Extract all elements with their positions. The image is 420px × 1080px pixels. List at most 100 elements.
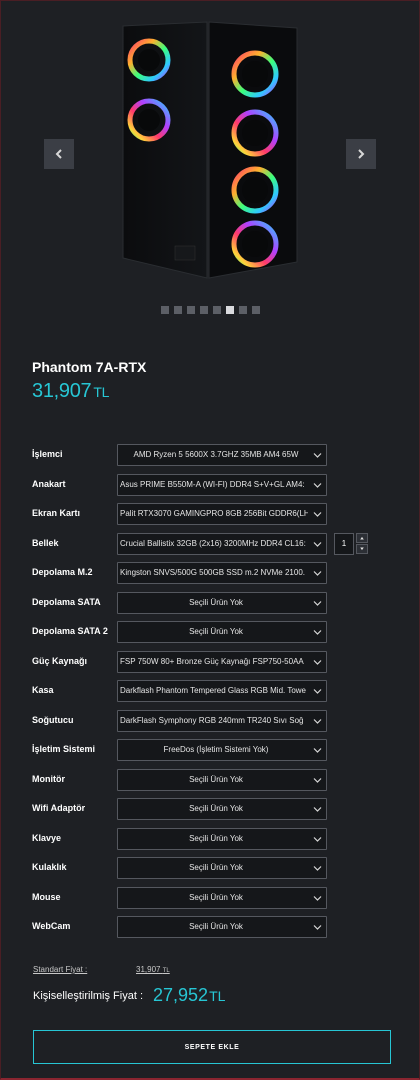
config-row: İşletim Sistemi FreeDos (İşletim Sistemi … xyxy=(0,739,420,761)
config-select[interactable]: Seçili Ürün Yok xyxy=(117,916,327,938)
chevron-down-icon xyxy=(313,541,322,547)
config-label: Wifi Adaptör xyxy=(32,803,86,813)
config-select[interactable]: Seçili Ürün Yok xyxy=(117,827,327,850)
config-select[interactable]: FSP 750W 80+ Bronze Güç Kaynağı FSP750-5… xyxy=(117,650,327,673)
config-select[interactable]: Asus PRIME B550M-A (WI-FI) DDR4 S+V+GL A… xyxy=(117,473,327,496)
config-row: Bellek Crucial Ballistix 32GB (2x16) 3200… xyxy=(0,532,420,555)
config-select-value: AMD Ryzen 5 5600X 3.7GHZ 35MB AM4 65W xyxy=(133,450,299,459)
config-select[interactable]: Seçili Ürün Yok xyxy=(117,591,327,614)
caret-up-icon xyxy=(360,536,364,540)
config-label: Ekran Kartı xyxy=(32,508,81,518)
config-select-value: Seçili Ürün Yok xyxy=(189,597,243,607)
config-row: Ekran Kartı Palit RTX3070 GAMINGPRO 8GB 2… xyxy=(0,503,420,525)
quantity-input[interactable]: 1 xyxy=(334,532,354,555)
price-currency: TL xyxy=(93,384,110,400)
config-select[interactable]: Seçili Ürün Yok xyxy=(117,768,327,791)
config-row: Monitör Seçili Ürün Yok xyxy=(0,768,420,791)
price-value: 31,907 xyxy=(32,380,92,402)
config-label: İşletim Sistemi xyxy=(32,744,96,754)
config-select-value: Seçili Ürün Yok xyxy=(189,833,243,843)
standard-price-value: 31,907 TL xyxy=(136,965,170,974)
custom-price-number: 27,952 xyxy=(153,985,209,1005)
gallery-dot[interactable] xyxy=(199,306,208,314)
config-select[interactable]: Kingston SNVS/500G 500GB SSD m.2 NVMe 21… xyxy=(117,562,327,584)
config-row: Kulaklık Seçili Ürün Yok xyxy=(0,857,420,879)
gallery-dot[interactable] xyxy=(238,306,247,314)
config-label: Kasa xyxy=(32,685,54,695)
config-select[interactable]: Palit RTX3070 GAMINGPRO 8GB 256Bit GDDR6… xyxy=(117,503,327,525)
config-select-value: Asus PRIME B550M-A (WI-FI) DDR4 S+V+GL A… xyxy=(120,479,305,489)
config-select-value: FSP 750W 80+ Bronze Güç Kaynağı FSP750-5… xyxy=(120,656,304,666)
quantity-up-button[interactable] xyxy=(356,532,368,543)
chevron-down-icon xyxy=(313,866,322,871)
chevron-down-icon xyxy=(313,512,322,517)
config-row: Depolama SATA Seçili Ürün Yok xyxy=(0,591,420,614)
config-row: Depolama M.2 Kingston SNVS/500G 500GB SSD… xyxy=(0,562,420,584)
config-select-value: Seçili Ürün Yok xyxy=(189,922,243,931)
config-select[interactable]: Seçili Ürün Yok xyxy=(117,621,327,643)
config-select[interactable]: AMD Ryzen 5 5600X 3.7GHZ 35MB AM4 65W xyxy=(117,444,327,466)
config-label: Depolama SATA 2 xyxy=(32,626,108,636)
standard-price-number: 31,907 xyxy=(136,965,161,974)
config-select-value: Seçili Ürün Yok xyxy=(189,774,243,784)
config-select-value: Palit RTX3070 GAMINGPRO 8GB 256Bit GDDR6… xyxy=(120,509,308,518)
gallery-next-button[interactable] xyxy=(346,139,376,169)
config-label: WebCam xyxy=(32,921,71,931)
config-row: Kasa Darkflash Phantom Tempered Glass RGB… xyxy=(0,680,420,702)
config-select-value: Crucial Ballistix 32GB (2x16) 3200MHz DD… xyxy=(120,538,306,548)
custom-price-value: 27,952TL xyxy=(153,985,225,1006)
product-title: Phantom 7A-RTX xyxy=(32,359,147,375)
gallery-dot[interactable] xyxy=(173,306,182,314)
chevron-down-icon xyxy=(313,777,322,783)
gallery-dot[interactable] xyxy=(186,306,195,314)
config-select-value: Darkflash Phantom Tempered Glass RGB Mid… xyxy=(120,686,307,695)
chevron-down-icon xyxy=(313,836,322,842)
chevron-down-icon xyxy=(313,925,322,930)
config-select[interactable]: Darkflash Phantom Tempered Glass RGB Mid… xyxy=(117,680,327,702)
config-select-value: Kingston SNVS/500G 500GB SSD m.2 NVMe 21… xyxy=(120,568,305,577)
config-label: Bellek xyxy=(32,537,59,548)
config-label: Güç Kaynağı xyxy=(32,655,88,666)
config-label: Kulaklık xyxy=(32,862,67,872)
config-label: Depolama SATA xyxy=(32,596,101,607)
config-select[interactable]: Seçili Ürün Yok xyxy=(117,857,327,879)
chevron-down-icon xyxy=(313,659,322,665)
gallery-dot[interactable] xyxy=(160,306,169,314)
config-row: Soğutucu DarkFlash Symphony RGB 240mm TR2… xyxy=(0,709,420,732)
gallery-dot[interactable] xyxy=(212,306,221,314)
config-row: İşlemci AMD Ryzen 5 5600X 3.7GHZ 35MB AM4… xyxy=(0,444,420,466)
config-label: Depolama M.2 xyxy=(32,567,93,577)
chevron-down-icon xyxy=(313,630,322,635)
product-image xyxy=(122,21,298,279)
standard-price-currency: TL xyxy=(162,968,170,974)
caret-down-icon xyxy=(360,546,364,550)
add-to-cart-button[interactable]: SEPETE EKLE xyxy=(33,1030,391,1064)
product-price: 31,907 TL xyxy=(32,380,109,403)
chevron-down-icon xyxy=(313,600,322,606)
config-select[interactable]: Crucial Ballistix 32GB (2x16) 3200MHz DD… xyxy=(117,532,327,555)
custom-price-label: Kişiselleştirilmiş Fiyat : xyxy=(33,990,144,1002)
quantity-down-button[interactable] xyxy=(356,543,368,554)
config-select[interactable]: FreeDos (İşletim Sistemi Yok) xyxy=(117,739,327,761)
quantity-stepper xyxy=(356,532,368,555)
chevron-down-icon xyxy=(313,807,322,812)
chevron-down-icon xyxy=(313,895,322,901)
gallery-prev-button[interactable] xyxy=(44,139,74,169)
config-select-value: DarkFlash Symphony RGB 240mm TR240 Sıvı … xyxy=(120,715,304,725)
gallery-dot[interactable] xyxy=(225,306,234,314)
config-select[interactable]: DarkFlash Symphony RGB 240mm TR240 Sıvı … xyxy=(117,709,327,732)
config-row: Anakart Asus PRIME B550M-A (WI-FI) DDR4 S… xyxy=(0,473,420,496)
config-select[interactable]: Seçili Ürün Yok xyxy=(117,798,327,820)
chevron-down-icon xyxy=(313,482,322,488)
config-label: Soğutucu xyxy=(32,714,74,725)
custom-price-currency: TL xyxy=(209,988,226,1004)
config-row: Wifi Adaptör Seçili Ürün Yok xyxy=(0,798,420,820)
gallery-dot[interactable] xyxy=(251,306,260,314)
config-row: Klavye Seçili Ürün Yok xyxy=(0,827,420,850)
config-label: Mouse xyxy=(32,891,61,902)
config-select[interactable]: Seçili Ürün Yok xyxy=(117,886,327,909)
chevron-down-icon xyxy=(313,748,322,753)
config-row: Güç Kaynağı FSP 750W 80+ Bronze Güç Kayna… xyxy=(0,650,420,673)
chevron-down-icon xyxy=(313,571,322,576)
config-label: İşlemci xyxy=(32,449,63,459)
